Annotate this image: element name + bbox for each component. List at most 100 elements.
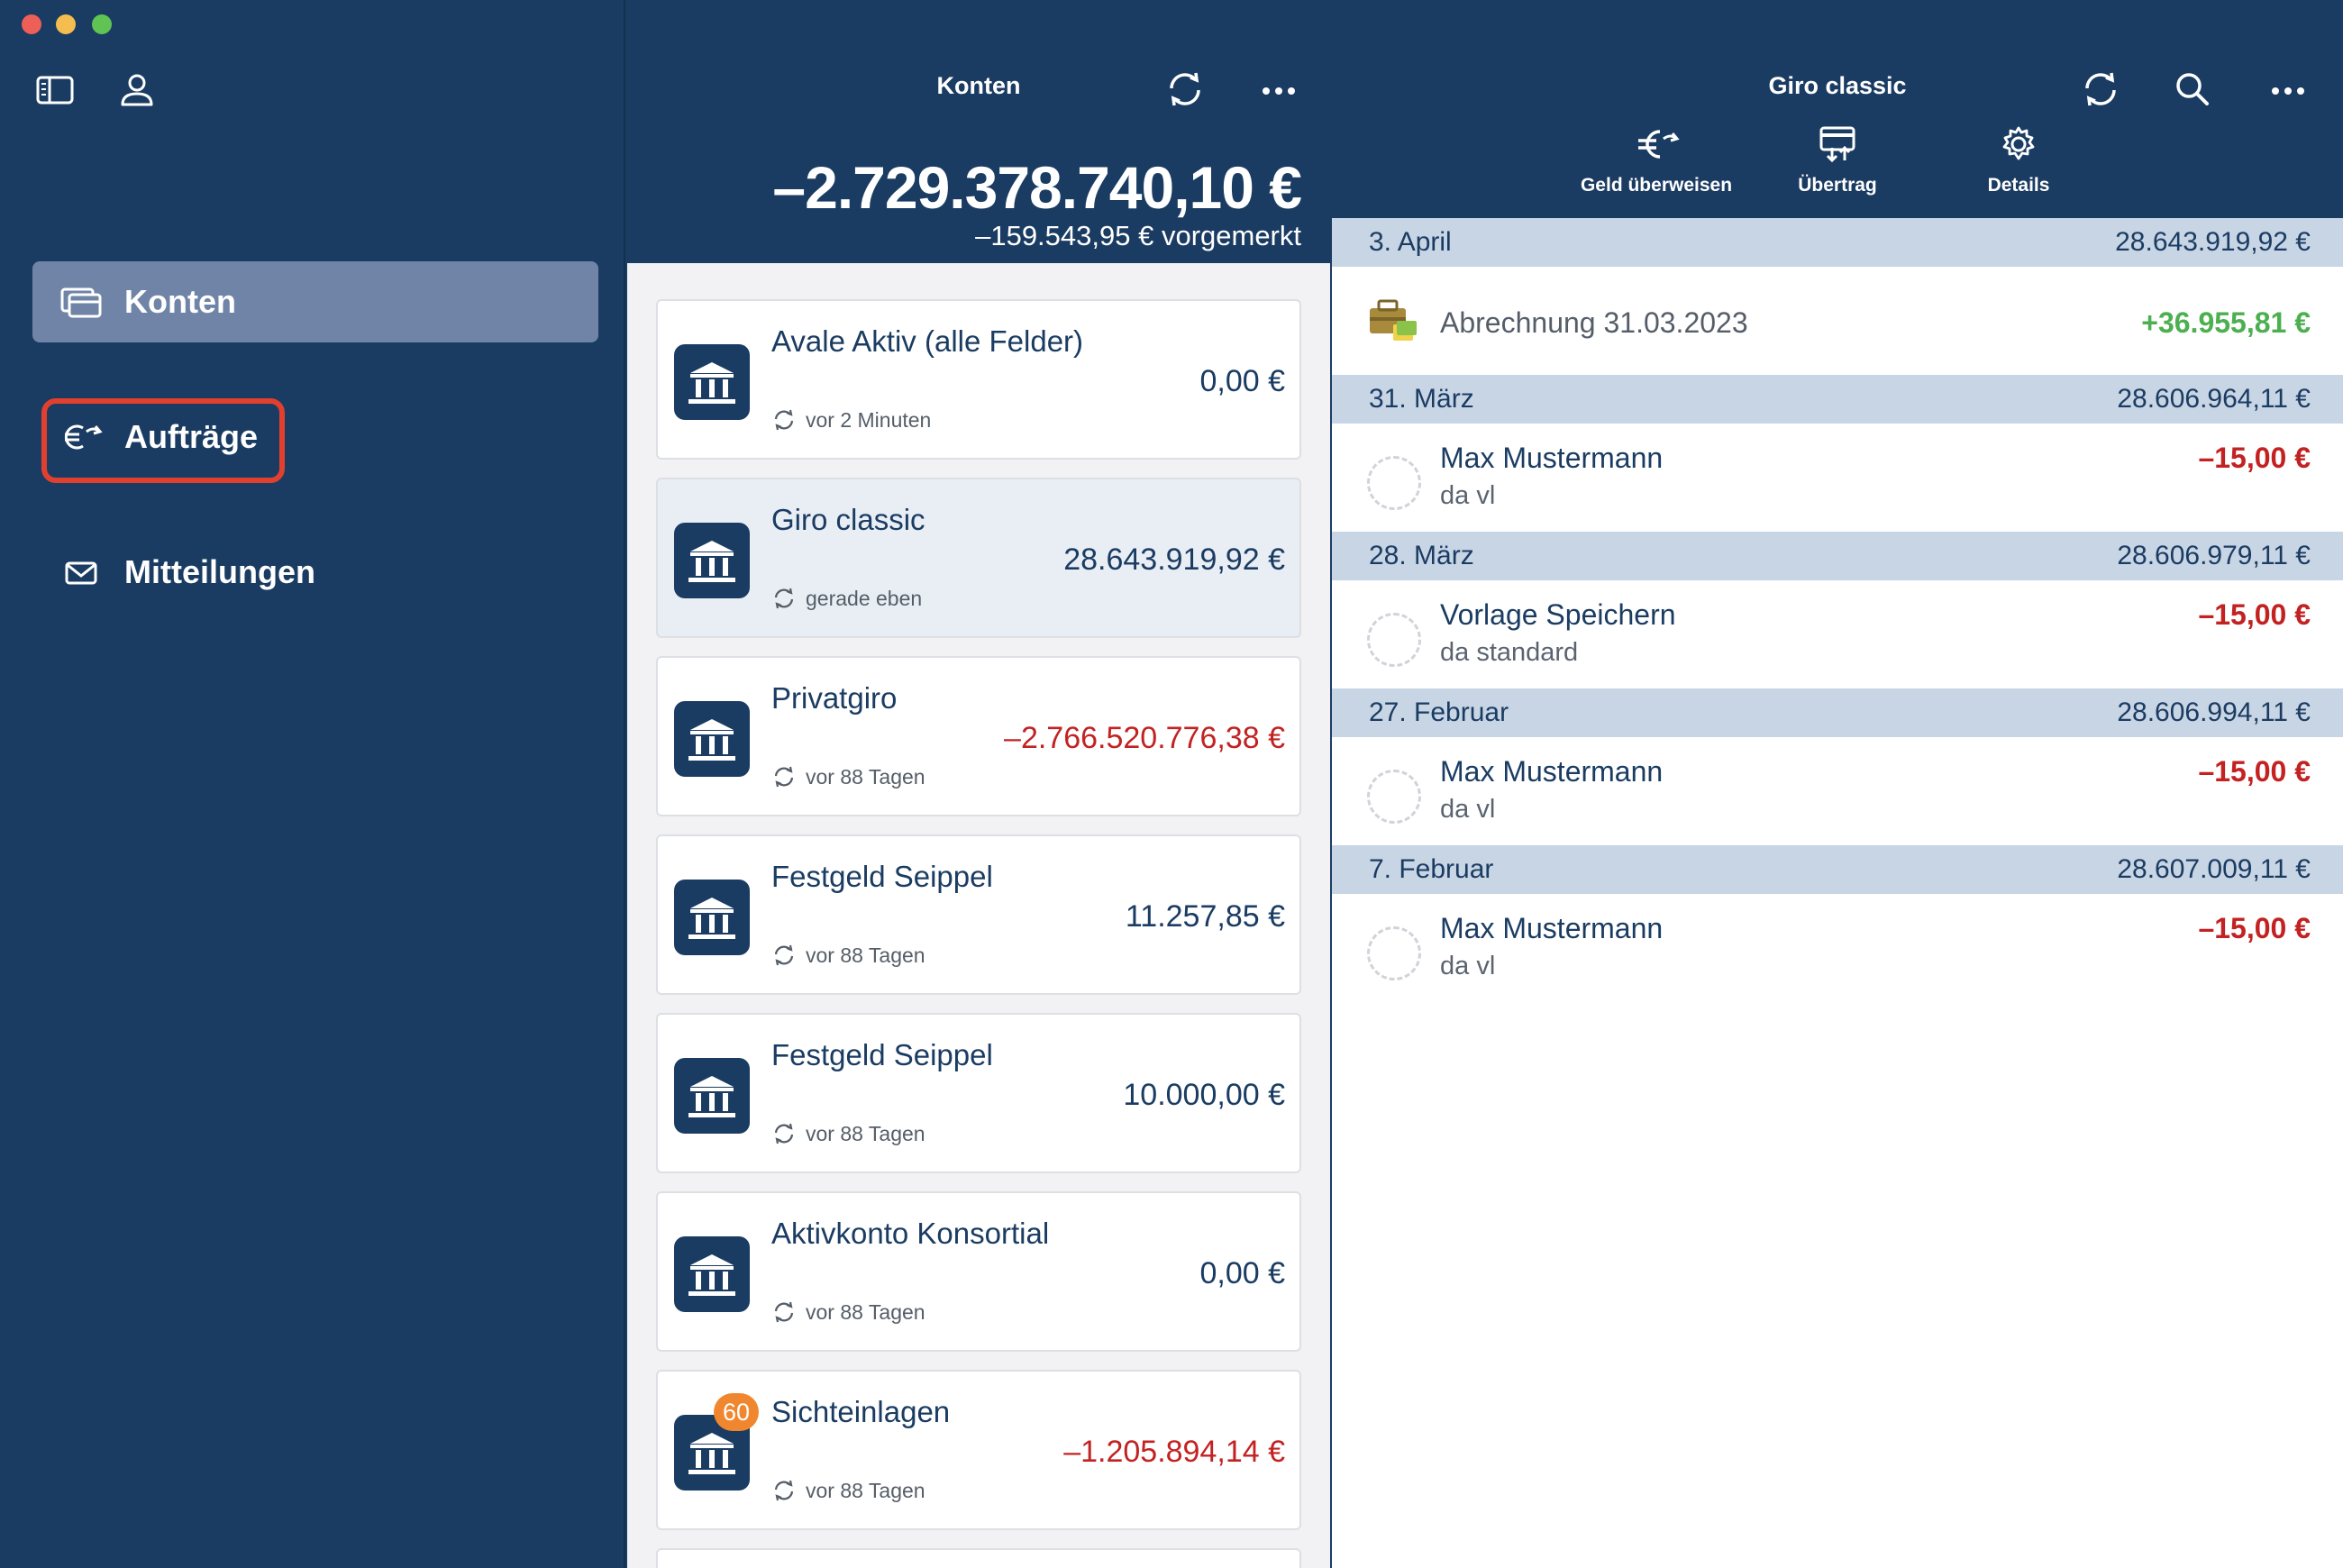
transaction-row[interactable]: Abrechnung 31.03.2023 +36.955,81 € [1332, 267, 2343, 375]
group-balance: 28.606.964,11 € [2117, 384, 2311, 414]
placeholder-avatar-icon [1367, 456, 1421, 510]
sync-status: vor 88 Tagen [771, 764, 925, 789]
group-date: 3. April [1369, 227, 1452, 257]
transaction-title: Max Mustermann [1440, 912, 1664, 944]
sidebar-item-mitteilungen[interactable]: Mitteilungen [32, 532, 598, 613]
transaction-row[interactable]: Vorlage Speichern da standard –15,00 € [1332, 580, 2343, 688]
gear-icon [1995, 123, 2042, 166]
placeholder-avatar-icon [1367, 770, 1421, 824]
account-balance: –1.205.894,14 € [1063, 1435, 1285, 1469]
transaction-amount: –15,00 € [2198, 755, 2311, 788]
account-card[interactable]: Festgeld Seippel 10.000,00 € vor 88 Tage… [656, 1013, 1301, 1173]
sync-icon [774, 1123, 794, 1144]
transaction-amount: –15,00 € [2198, 598, 2311, 631]
account-name: Avale Aktiv (alle Felder) [771, 324, 1084, 358]
sidebar-item-konten[interactable]: Konten [32, 261, 598, 342]
bank-icon [674, 523, 750, 598]
group-balance: 28.607.009,11 € [2117, 854, 2311, 884]
transaction-title: Max Mustermann [1440, 442, 1664, 474]
detail-column: Giro classic Geld überweisen Übertrag De… [1332, 0, 2343, 1568]
euro-transfer-icon [1633, 123, 1680, 166]
account-name: Privatgiro [771, 681, 898, 715]
search-icon[interactable] [2170, 67, 2215, 112]
pending-amount: –159.543,95 € vorgemerkt [975, 220, 1301, 251]
sync-status: vor 88 Tagen [771, 943, 925, 968]
account-card[interactable]: Avale Aktiv (alle Felder) 0,00 € vor 2 M… [656, 299, 1301, 460]
account-name: Festgeld Seippel [771, 860, 993, 893]
more-icon[interactable] [1256, 67, 1301, 112]
account-card[interactable]: Sichteinlagen –1.205.894,14 € vor 88 Tag… [656, 1370, 1301, 1530]
bank-icon [674, 1058, 750, 1134]
sync-icon [774, 1301, 794, 1323]
account-card[interactable] [656, 1548, 1301, 1568]
sync-status: gerade eben [771, 586, 922, 611]
account-card[interactable]: Festgeld Seippel 11.257,85 € vor 88 Tage… [656, 834, 1301, 995]
refresh-icon[interactable] [2078, 67, 2123, 112]
transaction-row[interactable]: Max Mustermann da vl –15,00 € [1332, 737, 2343, 845]
card-transfer-icon [1814, 123, 1861, 166]
account-card[interactable]: Giro classic 28.643.919,92 € gerade eben [656, 478, 1301, 638]
bank-icon [674, 344, 750, 420]
account-card[interactable]: Aktivkonto Konsortial 0,00 € vor 88 Tage… [656, 1191, 1301, 1352]
cards-icon [58, 282, 105, 322]
close-window-button[interactable] [22, 14, 41, 34]
sync-status: vor 88 Tagen [771, 1121, 925, 1146]
transfer-between-accounts-button[interactable]: Übertrag [1747, 123, 1928, 196]
account-card[interactable]: Privatgiro –2.766.520.776,38 € vor 88 Ta… [656, 656, 1301, 816]
action-label: Geld überweisen [1580, 175, 1733, 196]
account-name: Giro classic [771, 503, 925, 536]
minimize-window-button[interactable] [56, 14, 76, 34]
sidebar-item-label: Konten [124, 283, 236, 320]
transaction-subtitle: da vl [1440, 481, 1496, 510]
date-group-header: 31. März 28.606.964,11 € [1332, 375, 2343, 424]
group-date: 28. März [1369, 541, 1474, 570]
transaction-title: Max Mustermann [1440, 755, 1664, 788]
envelope-icon [58, 552, 105, 592]
date-group-header: 27. Februar 28.606.994,11 € [1332, 688, 2343, 737]
date-group-header: 3. April 28.643.919,92 € [1332, 218, 2343, 267]
sync-icon [774, 588, 794, 609]
zoom-window-button[interactable] [92, 14, 112, 34]
sync-icon [774, 1480, 794, 1501]
group-balance: 28.643.919,92 € [2115, 227, 2311, 257]
placeholder-avatar-icon [1367, 926, 1421, 980]
date-group-header: 7. Februar 28.607.009,11 € [1332, 845, 2343, 894]
date-group-header: 28. März 28.606.979,11 € [1332, 532, 2343, 580]
transaction-subtitle: da vl [1440, 795, 1496, 824]
transaction-subtitle: da vl [1440, 952, 1496, 980]
sync-icon [774, 944, 794, 966]
transaction-title: Abrechnung 31.03.2023 [1440, 306, 1748, 339]
transaction-title: Vorlage Speichern [1440, 598, 1676, 631]
bank-icon [674, 701, 750, 777]
refresh-icon[interactable] [1162, 67, 1208, 112]
account-balance: 10.000,00 € [1123, 1078, 1285, 1112]
total-balance: –2.729.378.740,10 € [772, 154, 1302, 221]
detail-header: Giro classic Geld überweisen Übertrag De… [1332, 0, 2343, 218]
person-icon[interactable] [115, 70, 159, 110]
highlight-box [41, 398, 285, 483]
sidebar: Konten Aufträge Mitteilungen [0, 0, 625, 1568]
account-balance: 0,00 € [1199, 364, 1285, 398]
accounts-column: Konten –2.729.378.740,10 € –159.543,95 €… [627, 0, 1330, 1568]
bank-icon [674, 880, 750, 955]
group-balance: 28.606.979,11 € [2117, 541, 2311, 570]
bank-icon [674, 1236, 750, 1312]
transaction-amount: +36.955,81 € [2141, 306, 2311, 339]
sidebar-toggle-icon[interactable] [34, 70, 77, 110]
account-balance: 0,00 € [1199, 1256, 1285, 1290]
group-date: 7. Februar [1369, 854, 1494, 884]
group-date: 27. Februar [1369, 697, 1509, 727]
app-window: Konten Aufträge Mitteilungen Konten –2.7… [0, 0, 2343, 1568]
transaction-row[interactable]: Max Mustermann da vl –15,00 € [1332, 424, 2343, 532]
account-balance: 28.643.919,92 € [1063, 542, 1285, 577]
transaction-row[interactable]: Max Mustermann da vl –15,00 € [1332, 894, 2343, 1002]
group-date: 31. März [1369, 384, 1474, 414]
account-balance: 11.257,85 € [1125, 899, 1285, 934]
action-label: Übertrag [1798, 175, 1877, 196]
placeholder-avatar-icon [1367, 613, 1421, 667]
more-icon[interactable] [2266, 67, 2311, 112]
details-button[interactable]: Details [1928, 123, 2109, 196]
transaction-amount: –15,00 € [2198, 442, 2311, 474]
transfer-money-button[interactable]: Geld überweisen [1566, 123, 1746, 196]
accounts-title: Konten [936, 72, 1021, 99]
